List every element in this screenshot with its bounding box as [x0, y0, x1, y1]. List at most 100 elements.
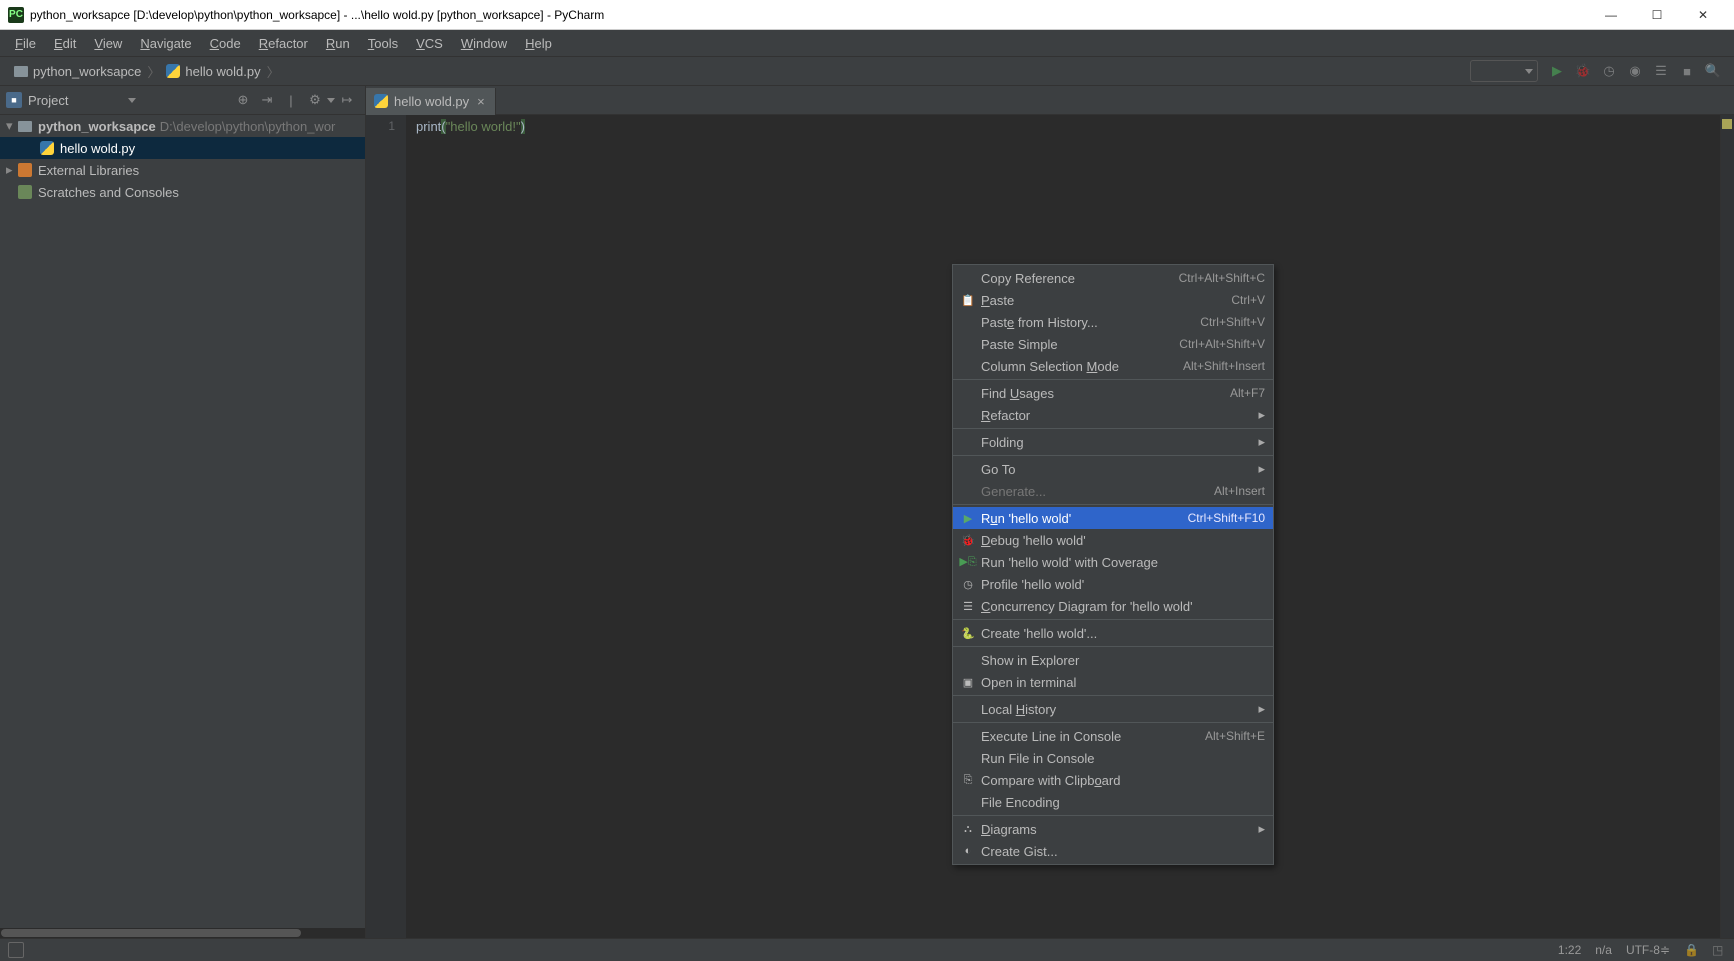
context-menu-item[interactable]: File Encoding	[953, 791, 1273, 813]
cursor-position[interactable]: 1:22	[1558, 943, 1581, 957]
profile-button-icon[interactable]: ◉	[1624, 60, 1646, 82]
breadcrumb-file[interactable]: hello wold.py	[160, 62, 266, 81]
tree-node-folder[interactable]: ▾python_worksapce D:\develop\python\pyth…	[0, 115, 365, 137]
locate-icon[interactable]: ⊕	[234, 91, 252, 109]
scratch-icon	[18, 185, 32, 199]
context-menu-item[interactable]: 📋PasteCtrl+V	[953, 289, 1273, 311]
menu-separator	[953, 722, 1273, 723]
context-menu-item[interactable]: ☰Concurrency Diagram for 'hello wold'	[953, 595, 1273, 617]
run-configuration-selector[interactable]	[1470, 60, 1538, 82]
menu-edit[interactable]: Edit	[45, 32, 85, 55]
close-tab-icon[interactable]: ×	[475, 94, 487, 109]
menu-view[interactable]: View	[85, 32, 131, 55]
menu-refactor[interactable]: Refactor	[250, 32, 317, 55]
context-menu-item[interactable]: Paste from History...Ctrl+Shift+V	[953, 311, 1273, 333]
chevron-down-icon[interactable]	[128, 98, 136, 103]
menu-item-shortcut: Alt+Shift+Insert	[1183, 359, 1265, 373]
editor-tab[interactable]: hello wold.py ×	[366, 88, 496, 115]
error-stripe[interactable]	[1720, 115, 1734, 938]
warning-marker-icon[interactable]	[1722, 119, 1732, 129]
debug-button-icon[interactable]: 🐞	[1572, 60, 1594, 82]
hide-tool-window-icon[interactable]: ↦	[338, 91, 356, 109]
horizontal-scrollbar[interactable]	[0, 928, 365, 938]
python-file-icon	[166, 64, 180, 78]
context-menu-item[interactable]: Local History▸	[953, 698, 1273, 720]
context-menu-item[interactable]: Paste SimpleCtrl+Alt+Shift+V	[953, 333, 1273, 355]
context-menu-item[interactable]: Folding▸	[953, 431, 1273, 453]
settings-gear-icon[interactable]: ⚙	[306, 91, 324, 109]
context-menu-item[interactable]: ▣Open in terminal	[953, 671, 1273, 693]
divider-icon: |	[282, 91, 300, 109]
context-menu-item[interactable]: ◐Create Gist...	[953, 840, 1273, 862]
menu-item-label: Diagrams	[981, 822, 1252, 837]
menu-item-label: Column Selection Mode	[981, 359, 1183, 374]
menu-window[interactable]: Window	[452, 32, 516, 55]
context-menu-item[interactable]: ▶⎘Run 'hello wold' with Coverage	[953, 551, 1273, 573]
stop-button-icon[interactable]: ■	[1676, 60, 1698, 82]
menu-item-label: Generate...	[981, 484, 1214, 499]
main-content: ■ Project ⊕ ⇥ | ⚙ ↦ ▾python_worksapce D:…	[0, 86, 1734, 938]
context-menu-item: Generate...Alt+Insert	[953, 480, 1273, 502]
status-bar-right: 1:22 n/a UTF-8≑ 🔒 ◳	[1558, 943, 1726, 957]
window-close-button[interactable]: ✕	[1680, 0, 1726, 30]
chevron-right-icon[interactable]: ▸	[6, 162, 16, 178]
context-menu-item[interactable]: Column Selection ModeAlt+Shift+Insert	[953, 355, 1273, 377]
context-menu-item[interactable]: Copy ReferenceCtrl+Alt+Shift+C	[953, 267, 1273, 289]
menu-help[interactable]: Help	[516, 32, 561, 55]
context-menu-item[interactable]: Refactor ▸	[953, 404, 1273, 426]
memory-indicator-icon[interactable]: ◳	[1712, 943, 1726, 957]
context-menu-item[interactable]: Show in Explorer	[953, 649, 1273, 671]
menu-item-icon: ⛬	[959, 823, 977, 836]
layout-button-icon[interactable]: ☰	[1650, 60, 1672, 82]
scrollbar-thumb[interactable]	[1, 929, 301, 937]
menu-tools[interactable]: Tools	[359, 32, 407, 55]
navigation-bar: python_worksapce 〉 hello wold.py 〉 ▶ 🐞 ◷…	[0, 57, 1734, 86]
context-menu-item[interactable]: ◷Profile 'hello wold'	[953, 573, 1273, 595]
menu-file[interactable]: File	[6, 32, 45, 55]
collapse-all-icon[interactable]: ⇥	[258, 91, 276, 109]
menu-item-label: Refactor	[981, 408, 1252, 423]
search-everywhere-icon[interactable]: 🔍	[1702, 60, 1724, 82]
context-menu-item[interactable]: Run File in Console	[953, 747, 1273, 769]
context-menu-item[interactable]: ⎘Compare with Clipboard	[953, 769, 1273, 791]
breadcrumb-separator-icon: 〉	[147, 62, 160, 81]
insert-mode[interactable]: n/a	[1595, 943, 1612, 957]
event-log-icon[interactable]	[8, 942, 24, 958]
coverage-button-icon[interactable]: ◷	[1598, 60, 1620, 82]
file-encoding[interactable]: UTF-8≑	[1626, 943, 1670, 957]
window-minimize-button[interactable]: —	[1588, 0, 1634, 30]
menu-item-label: Concurrency Diagram for 'hello wold'	[981, 599, 1265, 614]
menu-item-label: Run 'hello wold'	[981, 511, 1188, 526]
project-tree[interactable]: ▾python_worksapce D:\develop\python\pyth…	[0, 115, 365, 928]
menu-code[interactable]: Code	[201, 32, 250, 55]
editor-tabs: hello wold.py ×	[366, 86, 1734, 115]
project-tool-header: ■ Project ⊕ ⇥ | ⚙ ↦	[0, 86, 365, 115]
chevron-down-icon[interactable]	[327, 98, 335, 103]
tree-node-lib[interactable]: ▸External Libraries	[0, 159, 365, 181]
menu-navigate[interactable]: Navigate	[131, 32, 200, 55]
menu-item-label: Paste	[981, 293, 1231, 308]
menu-item-shortcut: Ctrl+Alt+Shift+C	[1179, 271, 1265, 285]
context-menu-item[interactable]: ▶Run 'hello wold'Ctrl+Shift+F10	[953, 507, 1273, 529]
submenu-arrow-icon: ▸	[1258, 407, 1265, 423]
chevron-down-icon[interactable]: ▾	[6, 118, 16, 134]
submenu-arrow-icon: ▸	[1258, 701, 1265, 717]
tree-node-python[interactable]: hello wold.py	[0, 137, 365, 159]
breadcrumb-project[interactable]: python_worksapce	[8, 62, 147, 81]
menu-run[interactable]: Run	[317, 32, 359, 55]
run-button-icon[interactable]: ▶	[1546, 60, 1568, 82]
window-maximize-button[interactable]: ☐	[1634, 0, 1680, 30]
context-menu-item[interactable]: Find UsagesAlt+F7	[953, 382, 1273, 404]
chevron-down-icon	[1525, 69, 1533, 74]
menu-item-icon: ▶	[959, 512, 977, 525]
readonly-lock-icon[interactable]: 🔒	[1684, 943, 1698, 957]
context-menu-item[interactable]: 🐍Create 'hello wold'...	[953, 622, 1273, 644]
context-menu-item[interactable]: ⛬Diagrams▸	[953, 818, 1273, 840]
menu-item-icon: 🐞	[959, 534, 977, 547]
editor-context-menu[interactable]: Copy ReferenceCtrl+Alt+Shift+C📋PasteCtrl…	[952, 264, 1274, 865]
menu-vcs[interactable]: VCS	[407, 32, 452, 55]
context-menu-item[interactable]: Execute Line in ConsoleAlt+Shift+E	[953, 725, 1273, 747]
tree-node-scratch[interactable]: Scratches and Consoles	[0, 181, 365, 203]
context-menu-item[interactable]: 🐞Debug 'hello wold'	[953, 529, 1273, 551]
context-menu-item[interactable]: Go To▸	[953, 458, 1273, 480]
